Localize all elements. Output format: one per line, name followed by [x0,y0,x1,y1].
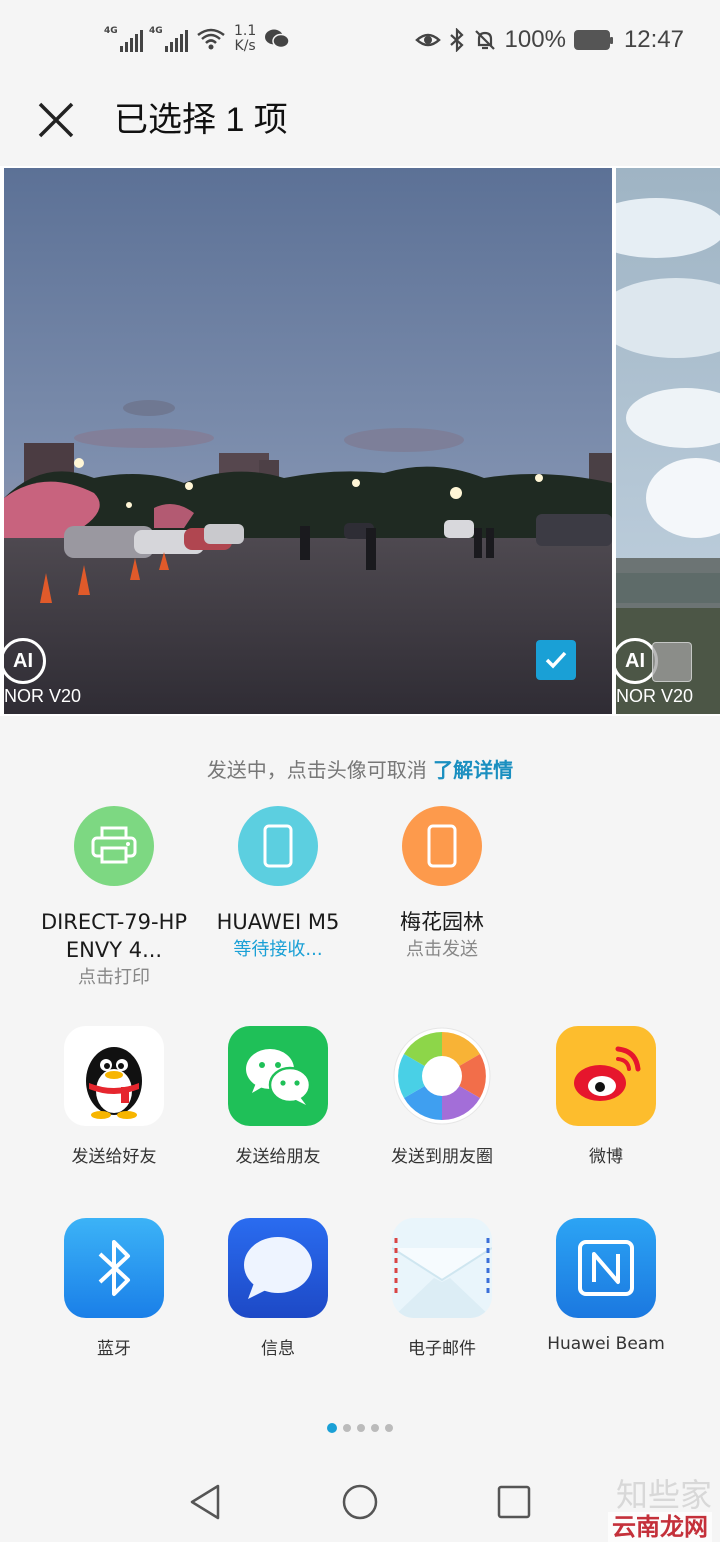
message-icon [228,1218,328,1318]
page-dot[interactable] [343,1424,351,1432]
app-label: 微博 [589,1147,623,1167]
device-printer[interactable]: DIRECT-79-HP ENVY 4... 点击打印 [34,806,194,992]
status-bar: 4G 4G 1.1 K/s 100% 12:47 [0,0,720,84]
app-huawei-beam[interactable]: Huawei Beam [524,1218,688,1354]
page-dot-active[interactable] [327,1423,337,1433]
recents-button[interactable] [494,1482,534,1522]
status-right: 100% 12:47 [414,26,684,54]
device-name: HUAWEI M5 [216,910,340,934]
photo-image [616,168,720,714]
app-label: Huawei Beam [547,1334,665,1354]
battery-icon [573,30,613,50]
cell-signal-2-icon: 4G [149,26,188,52]
device-meihua[interactable]: 梅花园林 点击发送 [362,806,522,964]
bluetooth-status-icon [449,28,464,52]
wifi-icon [197,28,225,50]
app-email[interactable]: 电子邮件 [360,1218,524,1359]
photo-image [4,168,612,714]
nfc-icon [556,1218,656,1318]
page-indicator [0,1423,720,1433]
app-weibo[interactable]: 微博 [524,1026,688,1167]
page-title: 已选择 1 项 [114,101,288,139]
photo-thumbnail-next[interactable]: AI NOR V20 [616,168,720,714]
close-button[interactable] [32,96,80,144]
back-triangle-icon [190,1484,220,1520]
home-button[interactable] [340,1482,380,1522]
close-icon [38,102,74,138]
photo-selected-checkbox[interactable] [536,640,576,680]
mute-bell-icon [474,30,495,50]
status-left: 4G 4G 1.1 K/s [104,24,291,54]
printer-avatar [74,806,154,886]
network-type-label: 4G [149,26,163,36]
moments-icon [392,1026,492,1126]
watermark-line-1: 知些家 [615,1476,712,1514]
app-moments[interactable]: 发送到朋友圈 [360,1026,524,1167]
photo-strip[interactable]: AI NOR V20 AI NOR V20 [0,166,720,716]
network-speed-value: 1.1 [234,23,257,39]
back-button[interactable] [186,1482,226,1522]
app-label: 发送给朋友 [235,1147,321,1167]
page-dot[interactable] [357,1424,365,1432]
share-hint-text: 发送中，点击头像可取消 [206,758,427,782]
clock: 12:47 [623,26,684,53]
phone-avatar [402,806,482,886]
checkmark-icon [545,651,567,669]
header: 已选择 1 项 [0,84,720,162]
photo-unselected-checkbox[interactable] [652,642,692,682]
learn-more-link[interactable]: 了解详情 [433,758,513,782]
device-name: 梅花园林 [400,910,484,934]
recents-square-icon [497,1485,531,1519]
app-label: 蓝牙 [97,1339,131,1359]
app-bluetooth[interactable]: 蓝牙 [32,1218,196,1359]
phone-icon [427,824,457,868]
bluetooth-icon [64,1218,164,1318]
device-huawei-m5[interactable]: HUAWEI M5 等待接收... [198,806,358,964]
tablet-avatar [238,806,318,886]
network-speed: 1.1 K/s [234,24,256,54]
network-speed-unit: K/s [234,38,256,54]
network-type-label: 4G [104,26,118,36]
qq-icon [64,1026,164,1126]
share-hint: 发送中，点击头像可取消 了解详情 [0,754,720,783]
app-messages[interactable]: 信息 [196,1218,360,1359]
app-label: 发送到朋友圈 [391,1147,493,1167]
wechat-notification-icon [265,29,291,49]
tablet-icon [263,824,293,868]
app-qq[interactable]: 发送给好友 [32,1026,196,1167]
weibo-icon [556,1026,656,1126]
eye-comfort-icon [414,33,441,47]
camera-watermark: NOR V20 [616,686,694,706]
device-name: DIRECT-79-HP ENVY 4... [40,910,188,962]
wechat-icon [228,1026,328,1126]
app-label: 电子邮件 [408,1339,476,1359]
device-status: 点击发送 [406,939,478,960]
camera-watermark: NOR V20 [4,686,82,706]
printer-icon [91,826,137,864]
app-label: 发送给好友 [71,1147,157,1167]
device-status: 点击打印 [78,967,150,988]
email-icon [392,1218,492,1318]
home-circle-icon [342,1484,378,1520]
watermark-line-2: 云南龙网 [608,1512,712,1542]
battery-percent: 100% [504,26,566,53]
app-label: 信息 [261,1339,295,1359]
app-wechat[interactable]: 发送给朋友 [196,1026,360,1167]
device-status: 等待接收... [233,939,323,960]
page-dot[interactable] [371,1424,379,1432]
cell-signal-1-icon: 4G [104,26,143,52]
page-dot[interactable] [385,1424,393,1432]
site-watermark: 知些家 云南龙网 [608,1478,712,1542]
photo-thumbnail-selected[interactable]: AI NOR V20 [4,168,612,714]
